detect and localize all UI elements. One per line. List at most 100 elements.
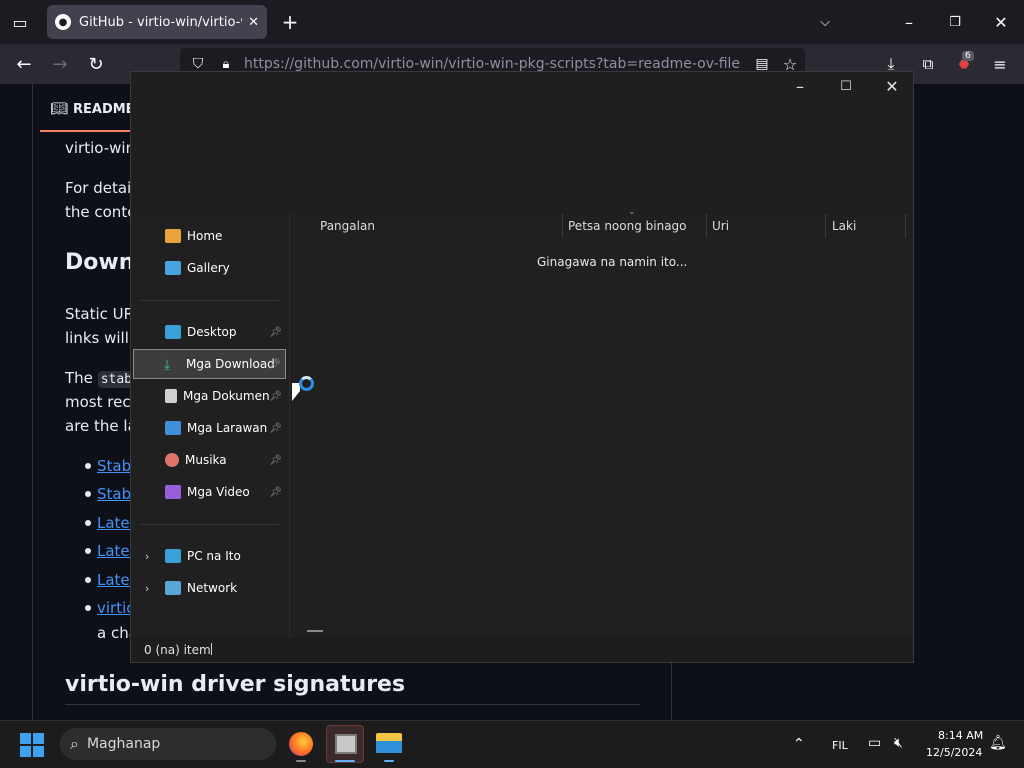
pin-icon[interactable]: 📌︎	[269, 327, 282, 338]
nav-item-videos[interactable]: Mga Video 📌︎	[133, 477, 286, 507]
volume-muted-icon[interactable]: 🔇︎	[894, 735, 903, 751]
tab-overview-icon[interactable]: ▭	[5, 7, 35, 37]
language-indicator[interactable]: FIL	[832, 739, 848, 752]
computer-icon	[165, 549, 181, 563]
column-divider[interactable]	[706, 214, 707, 238]
book-icon: 📖︎	[50, 101, 68, 117]
chevron-up-icon[interactable]: ⌃	[793, 736, 805, 752]
list-bullet	[85, 520, 91, 526]
music-icon	[165, 453, 179, 467]
pictures-icon	[165, 421, 181, 435]
tab-title: GitHub - virtio-win/virtio-win-pkg-scrip…	[79, 14, 242, 30]
close-explorer-icon[interactable]: ✕	[869, 72, 915, 100]
expand-chevron-icon[interactable]: ›	[145, 582, 149, 595]
forward-icon[interactable]: →	[45, 49, 75, 79]
status-divider	[211, 643, 212, 655]
expand-chevron-icon[interactable]: ›	[145, 550, 149, 563]
nav-item-downloads[interactable]: ⤓ Mga Download 📌︎	[133, 349, 286, 379]
github-favicon-icon: ●	[55, 14, 71, 30]
pin-icon[interactable]: 📌︎	[268, 359, 281, 370]
downloads-heading: Down	[65, 250, 135, 275]
restore-browser-icon[interactable]: ❐	[940, 7, 970, 37]
nav-item-home[interactable]: Home	[133, 221, 286, 251]
nav-item-this-pc[interactable]: › PC na Ito	[133, 541, 286, 571]
new-tab-icon[interactable]: +	[275, 7, 305, 37]
extension-badge: 6	[962, 51, 974, 61]
horizontal-scrollbar[interactable]	[307, 630, 323, 632]
pin-icon[interactable]: 📌︎	[269, 390, 282, 402]
menu-icon[interactable]: ≡	[985, 49, 1015, 79]
reload-icon[interactable]: ↻	[81, 49, 111, 79]
sort-chevron-icon: ⌄	[628, 207, 636, 217]
status-bar: 0 (na) item	[131, 638, 913, 662]
nav-item-label: Mga Larawan	[187, 421, 268, 435]
readme-tab-underline	[40, 130, 140, 132]
readme-text-line: virtio-win	[65, 139, 136, 157]
pin-icon[interactable]: 📌︎	[269, 423, 282, 434]
nav-divider	[141, 300, 279, 301]
download-link[interactable]: virtic	[97, 599, 135, 617]
column-divider[interactable]	[905, 214, 906, 238]
nav-item-label: Network	[187, 581, 238, 595]
nav-item-network[interactable]: › Network	[133, 573, 286, 603]
nav-item-documents[interactable]: Mga Dokumento 📌︎	[133, 381, 286, 411]
nav-item-label: Mga Download	[186, 357, 275, 371]
column-header-type[interactable]: Uri	[712, 219, 729, 233]
nav-item-pictures[interactable]: Mga Larawan 📌︎	[133, 413, 286, 443]
pane-splitter[interactable]	[289, 214, 290, 638]
pin-icon[interactable]: 📌︎	[269, 487, 282, 498]
search-icon: ⌕	[70, 734, 79, 753]
pin-icon[interactable]: 📌︎	[269, 455, 282, 466]
list-bullet	[85, 548, 91, 554]
maximize-explorer-icon[interactable]: ☐	[823, 72, 869, 100]
readme-text-line: For detail	[65, 179, 136, 197]
minimize-explorer-icon[interactable]: –	[777, 72, 823, 100]
network-status-icon[interactable]: ▭	[868, 735, 881, 751]
notification-bell-icon[interactable]: 🔔︎	[989, 735, 1007, 751]
readme-text-line: the conte	[65, 203, 137, 221]
readme-text-line: most rece	[65, 393, 140, 411]
column-divider[interactable]	[825, 214, 826, 238]
file-explorer-window: – ☐ ✕ Home Gallery Desktop 📌︎ ⤓ Mga Down…	[130, 71, 914, 663]
nav-item-music[interactable]: Musika 📌︎	[133, 445, 286, 475]
readme-tab[interactable]: README	[73, 102, 135, 117]
taskbar-app-active[interactable]	[326, 725, 364, 763]
column-divider[interactable]	[562, 214, 563, 238]
list-tabs-icon[interactable]: ⌵	[810, 7, 840, 37]
column-header-date[interactable]: Petsa noong binago	[568, 219, 687, 233]
installer-icon	[335, 734, 357, 754]
column-header-name[interactable]: Pangalan	[320, 219, 375, 233]
clock-date[interactable]: 12/5/2024	[926, 746, 982, 759]
nav-item-label: PC na Ito	[187, 549, 241, 563]
list-bullet	[85, 605, 91, 611]
download-icon: ⤓	[164, 357, 171, 373]
url-text[interactable]: https://github.com/virtio-win/virtio-win…	[244, 56, 740, 72]
readme-text-line: Static UR	[65, 305, 135, 323]
close-browser-icon[interactable]: ✕	[986, 7, 1016, 37]
browser-tab[interactable]: ● GitHub - virtio-win/virtio-win-pkg-scr…	[47, 5, 267, 39]
file-explorer-icon[interactable]	[376, 733, 402, 753]
clock-time[interactable]: 8:14 AM	[938, 729, 983, 742]
close-tab-icon[interactable]: ✕	[248, 15, 259, 30]
loading-message: Ginagawa na namin ito...	[537, 255, 688, 269]
nav-item-label: Gallery	[187, 261, 230, 275]
heading-divider	[65, 704, 640, 705]
column-header-size[interactable]: Laki	[832, 219, 856, 233]
navigation-pane: Home Gallery Desktop 📌︎ ⤓ Mga Download 📌…	[131, 214, 289, 638]
document-icon	[165, 389, 177, 403]
firefox-icon[interactable]	[289, 732, 313, 756]
folder-band	[376, 741, 402, 753]
readme-text-line: links will	[65, 329, 129, 347]
start-tile	[20, 733, 31, 744]
taskbar-search[interactable]: ⌕ Maghanap	[60, 728, 276, 760]
nav-item-gallery[interactable]: Gallery	[133, 253, 286, 283]
start-icon[interactable]	[20, 733, 44, 757]
readme-text-prefix: The	[65, 369, 93, 387]
minimize-browser-icon[interactable]: –	[894, 7, 924, 37]
app-active-indicator	[384, 760, 394, 762]
nav-item-desktop[interactable]: Desktop 📌︎	[133, 317, 286, 347]
network-icon	[165, 581, 181, 595]
item-count: 0 (na) item	[144, 643, 211, 657]
back-icon[interactable]: ←	[9, 49, 39, 79]
extensions-icon[interactable]: ⧉	[913, 49, 943, 79]
